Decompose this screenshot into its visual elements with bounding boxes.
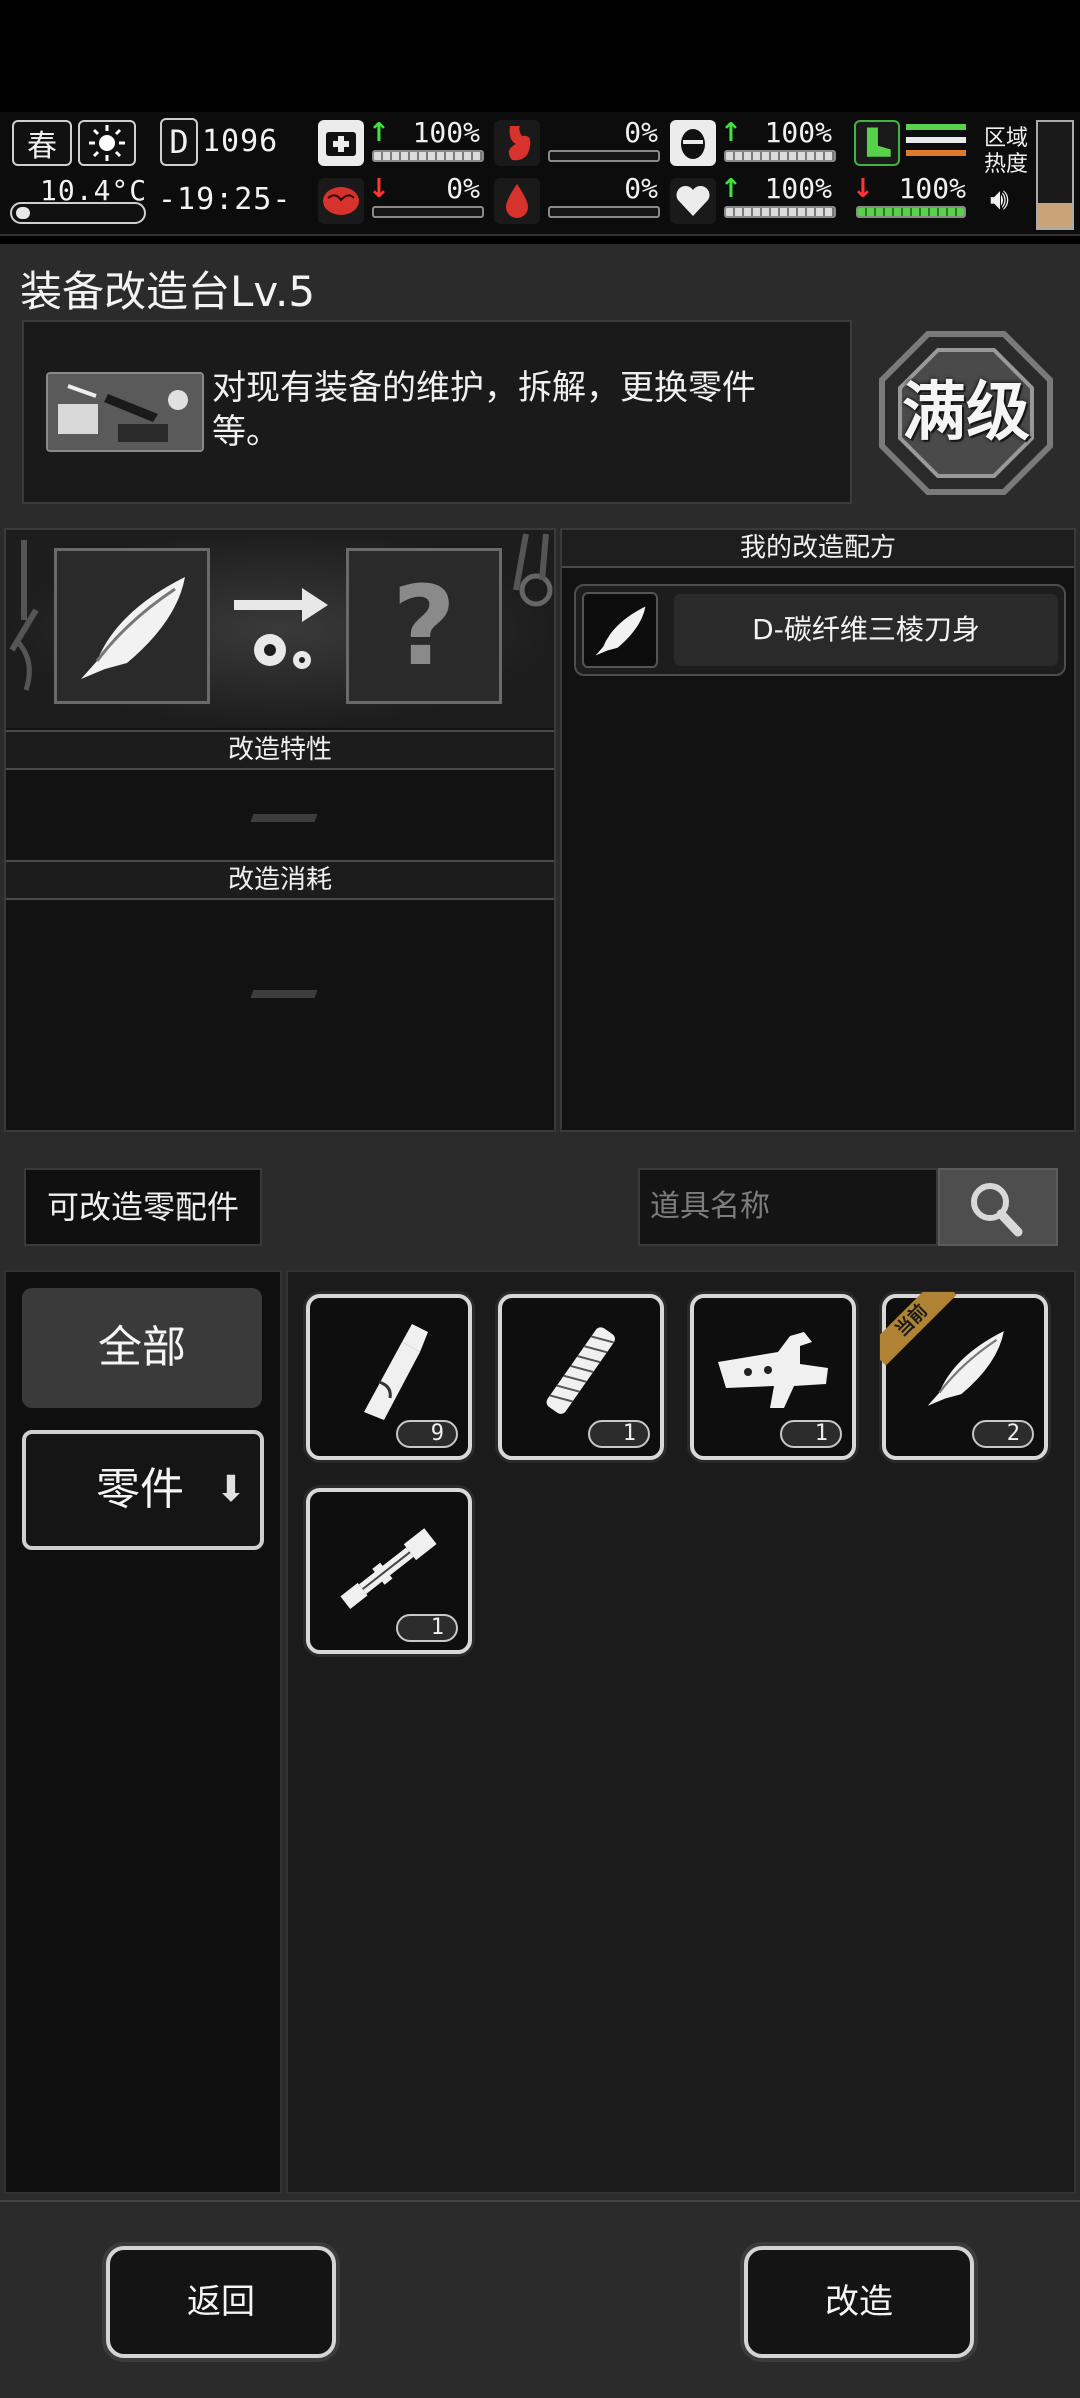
item-count: 2 <box>972 1420 1034 1448</box>
blood-bar <box>548 206 660 218</box>
workbench-image <box>46 372 204 452</box>
category-all[interactable]: 全部 <box>22 1288 262 1408</box>
back-button[interactable]: 返回 <box>106 2246 336 2358</box>
heart-icon <box>670 178 716 224</box>
sun-icon <box>78 120 136 166</box>
search-icon <box>971 1183 1023 1237</box>
brain-icon <box>318 178 364 224</box>
recipe-name: D-碳纤维三棱刀身 <box>674 594 1058 666</box>
stamina-percent: 100% <box>898 172 966 205</box>
game-time: -19:25- <box>158 182 292 217</box>
modification-bench-panel: 装备改造台Lv.5 对现有装备的维护，拆解，更换零件等。 满级 ? 改造特性 改… <box>0 244 1080 2398</box>
stomach-bar <box>548 150 660 162</box>
modify-button[interactable]: 改造 <box>744 2246 974 2358</box>
result-slot: ? <box>346 548 502 704</box>
blood-drop-icon <box>494 178 540 224</box>
health-bar-fill <box>374 152 482 160</box>
traits-header: 改造特性 <box>6 730 554 770</box>
stamina-bar-fill <box>858 208 964 216</box>
cost-empty-dash <box>250 990 318 998</box>
input-equipment-slot[interactable] <box>54 548 210 704</box>
health-percent: 100% <box>412 116 480 149</box>
region-heat-label: 区域 热度 <box>984 126 1028 178</box>
stamina-bar <box>856 206 966 218</box>
region-label-line2: 热度 <box>984 152 1029 177</box>
question-mark-placeholder: ? <box>392 562 456 690</box>
item-count: 9 <box>396 1420 458 1448</box>
grid-item-scope-tube[interactable]: 1 <box>306 1488 472 1654</box>
category-parts-label: 零件 <box>96 1464 184 1515</box>
region-label-line1: 区域 <box>984 126 1029 151</box>
recipe-item[interactable]: D-碳纤维三棱刀身 <box>574 584 1066 676</box>
trigger-mechanism-icon <box>718 1332 828 1408</box>
current-badge-label: 当前 <box>880 1292 957 1366</box>
season-label: 春 <box>27 129 57 164</box>
wooden-handle-icon <box>364 1324 428 1420</box>
status-hud: 春 D 1096 10.4°C -19:25- ↑ 100% ↓ 0% 0% 0… <box>0 112 1080 236</box>
description-text: 对现有装备的维护，拆解，更换零件等。 <box>212 368 756 452</box>
armor-bar <box>724 150 836 162</box>
craft-slots-area: ? <box>6 530 554 728</box>
item-grid: 9 1 1 当前 2 1 <box>286 1270 1076 2194</box>
stomach-icon <box>494 120 540 166</box>
heart-percent: 100% <box>764 172 832 205</box>
curved-blade-icon <box>582 592 658 668</box>
heart-bar <box>724 206 836 218</box>
scope-tube-icon <box>340 1528 437 1609</box>
season-badge: 春 <box>12 120 72 166</box>
category-parts[interactable]: 零件 ⬇ <box>22 1430 264 1550</box>
wrapped-grip-icon <box>546 1327 615 1414</box>
armor-percent: 100% <box>764 116 832 149</box>
item-count: 1 <box>396 1614 458 1642</box>
blood-percent: 0% <box>624 172 658 205</box>
region-heat-meter <box>1036 120 1074 230</box>
item-count: 1 <box>780 1420 842 1448</box>
description-box: 对现有装备的维护，拆解，更换零件等。 <box>22 320 852 504</box>
grid-item-curved-blade-current[interactable]: 当前 2 <box>880 1292 1048 1460</box>
armor-bar-fill <box>726 152 834 160</box>
bottom-action-bar: 返回 改造 <box>0 2200 1080 2398</box>
grid-item-trigger-mechanism[interactable]: 1 <box>690 1294 856 1460</box>
arrow-down-icon: ⬇ <box>215 1469 246 1510</box>
brain-percent: 0% <box>446 172 480 205</box>
stomach-percent: 0% <box>624 116 658 149</box>
health-bar <box>372 150 484 162</box>
category-sidebar: 全部 零件 ⬇ <box>4 1270 282 2194</box>
search-button[interactable] <box>938 1168 1058 1246</box>
heart-bar-fill <box>726 208 834 216</box>
grid-item-wooden-handle[interactable]: 9 <box>306 1294 472 1460</box>
craft-area: ? 改造特性 改造消耗 <box>4 528 556 1132</box>
modifiable-parts-label: 可改造零配件 <box>24 1168 262 1246</box>
calendar-icon: D <box>160 118 198 166</box>
item-count: 1 <box>588 1420 650 1448</box>
cost-header: 改造消耗 <box>6 860 554 900</box>
page-title: 装备改造台Lv.5 <box>20 267 316 316</box>
traits-empty-dash <box>250 814 318 822</box>
speaker-icon[interactable]: 🔊︎ <box>990 182 1009 217</box>
armor-icon <box>670 120 716 166</box>
recipes-header: 我的改造配方 <box>562 530 1074 568</box>
max-level-text: 满级 <box>902 376 1030 450</box>
curved-blade-icon <box>81 577 185 679</box>
grid-item-wrapped-grip[interactable]: 1 <box>498 1294 664 1460</box>
boot-icon <box>854 120 900 166</box>
stamina-stripes-icon <box>906 124 966 164</box>
day-counter: 1096 <box>202 124 279 159</box>
medkit-icon <box>318 120 364 166</box>
search-input[interactable]: 道具名称 <box>638 1168 938 1246</box>
modify-arrow-icon <box>232 586 332 676</box>
current-badge: 当前 <box>880 1292 960 1372</box>
thermometer-icon <box>10 202 146 224</box>
recipes-panel: 我的改造配方 D-碳纤维三棱刀身 <box>560 528 1076 1132</box>
max-level-badge: 满级 <box>878 330 1054 496</box>
brain-bar <box>372 206 484 218</box>
